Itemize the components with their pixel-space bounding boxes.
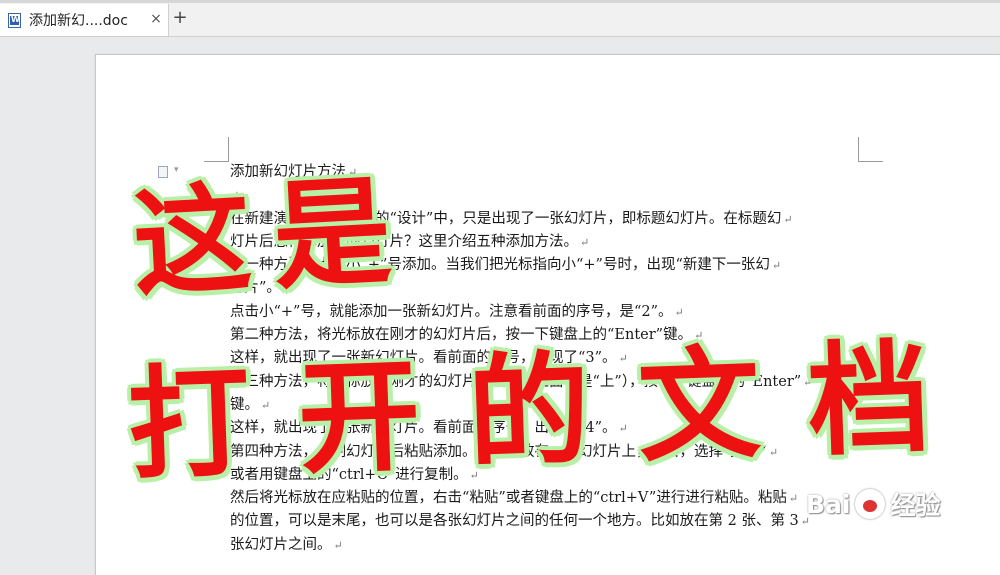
tab-close-button[interactable]: ×	[148, 11, 164, 27]
document-line: 点击小“+”号，就能添加一张新幻灯片。注意看前面的序号，是“2”。 ↵	[230, 301, 870, 324]
document-line-text: 张幻灯片之间。	[230, 536, 332, 553]
baidu-jingyan-watermark: Bai 经验	[806, 484, 941, 524]
baidu-paw-icon	[854, 489, 885, 519]
document-line-text: 的位置，可以是末尾，也可以是各张幻灯片之间的任何一个地方。比如放在第 2 张、第…	[230, 513, 799, 530]
overlay-caption-line-2: 打开的文档	[125, 323, 981, 497]
document-line-text: 然后将光标放在应粘贴的位置，右击“粘贴”或者键盘上的“ctrl+V”进行进行粘贴…	[230, 490, 787, 507]
overlay-caption-line-1: 这是	[129, 159, 417, 314]
paragraph-mark-icon: ↵	[674, 305, 684, 319]
document-line: 的位置，可以是末尾，也可以是各张幻灯片之间的任何一个地方。比如放在第 2 张、第…	[230, 510, 870, 533]
page-margin-corner-top-left	[204, 137, 229, 162]
document-line: 张幻灯片之间。 ↵	[230, 534, 870, 557]
paragraph-mark-icon: ↵	[771, 259, 782, 273]
watermark-brand-text: Bai	[806, 489, 851, 519]
paragraph-mark-icon: ↵	[580, 235, 590, 249]
paragraph-mark-icon: ↵	[333, 538, 343, 552]
tab-bar: 添加新幻....doc × +	[0, 0, 1000, 37]
paragraph-mark-icon: ↵	[788, 492, 799, 506]
document-line: 然后将光标放在应粘贴的位置，右击“粘贴”或者键盘上的“ctrl+V”进行进行粘贴…	[230, 487, 870, 510]
watermark-cn-text: 经验	[890, 491, 941, 520]
page-margin-corner-top-right	[858, 137, 883, 162]
paragraph-mark-icon: ↵	[783, 212, 793, 226]
word-doc-icon	[8, 12, 21, 28]
document-tab[interactable]: 添加新幻....doc ×	[0, 4, 169, 36]
new-tab-button[interactable]: +	[172, 8, 188, 28]
document-line-text: 点击小“+”号，就能添加一张新幻灯片。注意看前面的序号，是“2”。	[230, 303, 673, 320]
document-tab-title: 添加新幻....doc	[29, 13, 128, 29]
tab-bar-top-line	[0, 0, 1000, 3]
